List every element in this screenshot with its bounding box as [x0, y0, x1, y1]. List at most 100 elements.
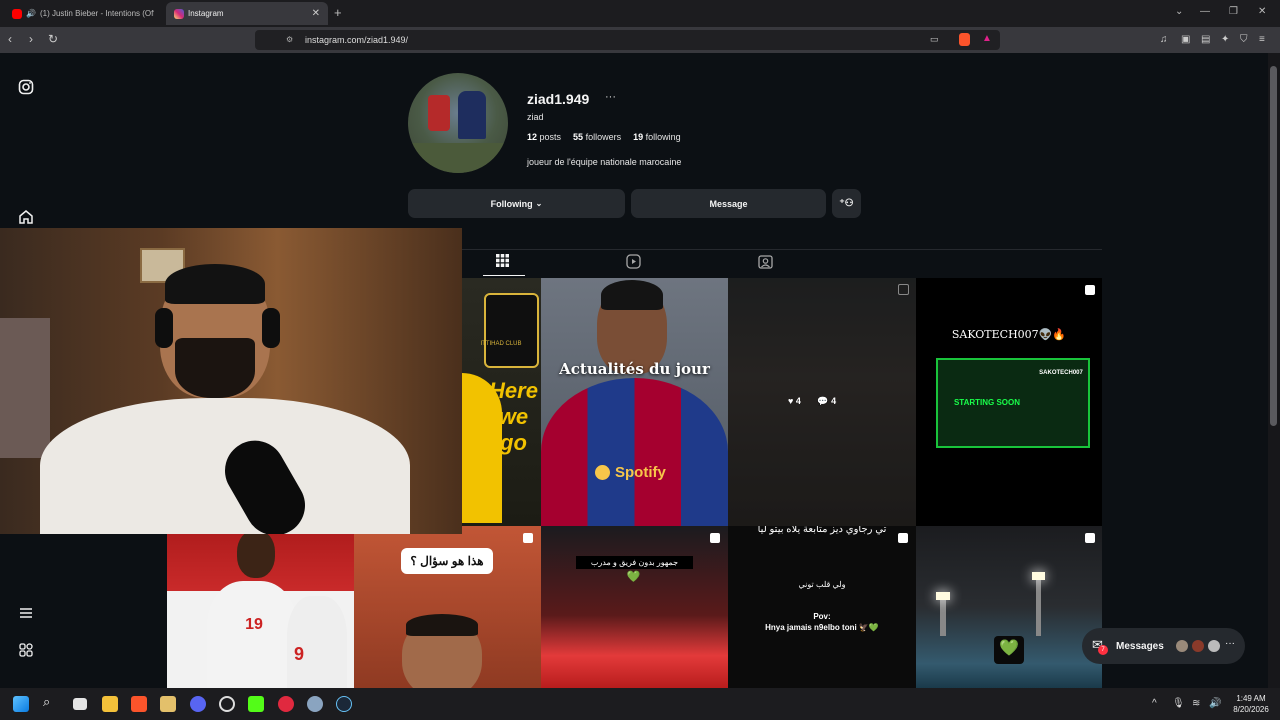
followers-stat[interactable]: 55 followers: [573, 132, 621, 142]
cast-icon[interactable]: ▭: [930, 34, 939, 45]
likes-count: 4: [795, 396, 801, 406]
post-title: SAKOTECH007👽🔥: [951, 328, 1067, 341]
post-tile[interactable]: تي رجاوي ديز متابعة يلاه بيتو ليا ولي قل…: [728, 526, 916, 688]
tab-instagram[interactable]: Instagram ✕: [166, 2, 328, 25]
file-explorer-icon[interactable]: [102, 696, 118, 712]
suggested-users-button[interactable]: ⁺⚇: [832, 189, 861, 218]
tab-strip: 🔊 (1) Justin Bieber - Intentions (Offi I…: [0, 0, 1280, 27]
reload-icon[interactable]: ↻: [48, 32, 58, 46]
forward-icon[interactable]: ›: [29, 32, 33, 46]
home-icon[interactable]: [18, 209, 34, 229]
posts-grid-tab[interactable]: [496, 254, 509, 270]
profile-username: ziad1.949: [527, 91, 590, 107]
maximize-button[interactable]: ❐: [1229, 6, 1238, 17]
reel-icon: [710, 533, 720, 543]
profile-avatar[interactable]: [408, 73, 508, 173]
post-tile[interactable]: جمهور بدون فريق و مدرب 💚: [541, 526, 728, 688]
post-mid-text: ولي قلب توني: [798, 580, 846, 589]
profile-tabs: [462, 249, 1102, 279]
post-tile[interactable]: 💚: [916, 526, 1102, 688]
sponsor-text: Spotify: [615, 464, 666, 481]
minimize-button[interactable]: —: [1200, 6, 1210, 17]
microphone-icon[interactable]: 🎙: [1172, 698, 1185, 709]
speaker-icon: 🔊: [26, 9, 36, 18]
close-tab-icon[interactable]: ✕: [312, 8, 320, 19]
instagram-logo-icon[interactable]: [18, 79, 34, 99]
youtube-icon: [12, 8, 22, 19]
post-tile[interactable]: 19 9: [167, 526, 354, 688]
sidebar-icon[interactable]: ▣: [1181, 34, 1190, 45]
new-tab-button[interactable]: +: [334, 5, 342, 20]
channel-tag: SAKOTECH007: [1039, 370, 1083, 376]
menu-icon[interactable]: ≡: [1259, 34, 1265, 45]
post-pov-text: Pov:: [813, 612, 831, 621]
wallet-icon[interactable]: ▤: [1201, 34, 1210, 45]
post-tile[interactable]: ITTIHAD CLUB Here we go: [462, 278, 541, 526]
kick-icon[interactable]: [248, 696, 264, 712]
scrollbar-thumb[interactable]: [1270, 66, 1277, 426]
comments-count: 4: [831, 396, 837, 406]
steam-icon[interactable]: [336, 696, 352, 712]
browser-window: 🔊 (1) Justin Bieber - Intentions (Offi I…: [0, 0, 1280, 688]
tab-youtube[interactable]: 🔊 (1) Justin Bieber - Intentions (Offi: [4, 2, 162, 25]
active-tab-indicator: [483, 275, 525, 276]
webcam-overlay: [0, 228, 462, 534]
tab-title: Instagram: [188, 9, 224, 18]
add-user-icon: ⁺⚇: [839, 198, 854, 209]
message-label: Message: [709, 198, 748, 209]
more-icon: ···: [1225, 638, 1235, 649]
options-icon[interactable]: ···: [605, 91, 616, 103]
windows-taskbar: ⌕: [0, 688, 1280, 720]
windows-start-icon[interactable]: [13, 696, 29, 712]
system-clock[interactable]: 1:49 AM 8/20/2026: [1226, 693, 1276, 715]
back-icon[interactable]: ‹: [8, 32, 12, 46]
reel-icon: [523, 533, 533, 543]
photos-icon[interactable]: [160, 696, 176, 712]
brave-shield-icon[interactable]: [959, 33, 970, 46]
post-text-here: Here: [489, 378, 538, 403]
leo-ai-icon[interactable]: ✦: [1221, 34, 1229, 45]
wifi-icon[interactable]: ≋: [1192, 698, 1200, 709]
search-icon[interactable]: ⌕: [43, 694, 59, 710]
show-hidden-icons[interactable]: ^: [1152, 698, 1157, 709]
avatar: [1208, 640, 1220, 652]
tab-search-icon[interactable]: ⌄: [1175, 6, 1183, 17]
club-badge-text: ITTIHAD CLUB: [480, 341, 522, 347]
tagged-tab[interactable]: [758, 254, 773, 272]
address-bar[interactable]: ⚙ instagram.com/ziad1.949/ ▭ ▲: [255, 30, 1000, 50]
site-info-icon[interactable]: ⚙: [286, 35, 293, 44]
task-view-icon[interactable]: [73, 698, 87, 710]
brave-browser-icon[interactable]: [131, 696, 147, 712]
media-icon[interactable]: ♫: [1160, 34, 1168, 45]
unread-badge: 7: [1098, 645, 1108, 655]
following-stat[interactable]: 19 following: [633, 132, 681, 142]
reels-tab[interactable]: [626, 254, 641, 272]
following-button[interactable]: Following ⌄: [408, 189, 625, 218]
comment-icon: 💬: [817, 396, 829, 406]
post-tile[interactable]: SAKOTECH007👽🔥 STARTING SOON SAKOTECH007: [916, 278, 1102, 526]
vpn-icon[interactable]: ⛉: [1240, 34, 1248, 45]
discord-icon[interactable]: [190, 696, 206, 712]
obs-icon[interactable]: [219, 696, 235, 712]
profile-full-name: ziad: [527, 112, 544, 122]
starting-soon-text: STARTING SOON: [953, 398, 1021, 407]
more-menu-icon[interactable]: [18, 605, 34, 625]
profile-stats: 12 posts 55 followers 19 following: [527, 132, 681, 142]
message-button[interactable]: Message: [631, 189, 826, 218]
app-icon[interactable]: [278, 696, 294, 712]
post-text-go: go: [500, 430, 527, 455]
close-window-button[interactable]: ✕: [1258, 6, 1266, 17]
post-tile[interactable]: هذا هو سؤال ؟: [354, 526, 541, 688]
post-tile-hovered[interactable]: ♥ 4 💬 4: [728, 278, 916, 526]
navigation-bar: ‹ › ↻ ⚐ ⚙ instagram.com/ziad1.949/ ▭ ▲ ♫…: [0, 27, 1280, 53]
settings-icon[interactable]: [307, 696, 323, 712]
post-caption: هذا هو سؤال ؟: [410, 554, 484, 568]
instagram-icon: [174, 8, 184, 19]
carousel-icon: [898, 284, 909, 295]
also-from-meta-icon[interactable]: [18, 642, 34, 662]
post-stats: ♥ 4 💬 4: [788, 396, 858, 407]
brave-rewards-icon[interactable]: ▲: [982, 33, 992, 44]
heart-icon: ♥: [788, 396, 794, 406]
post-tile[interactable]: Actualités du jour Spotify: [541, 278, 728, 526]
volume-icon[interactable]: 🔊: [1209, 698, 1221, 709]
